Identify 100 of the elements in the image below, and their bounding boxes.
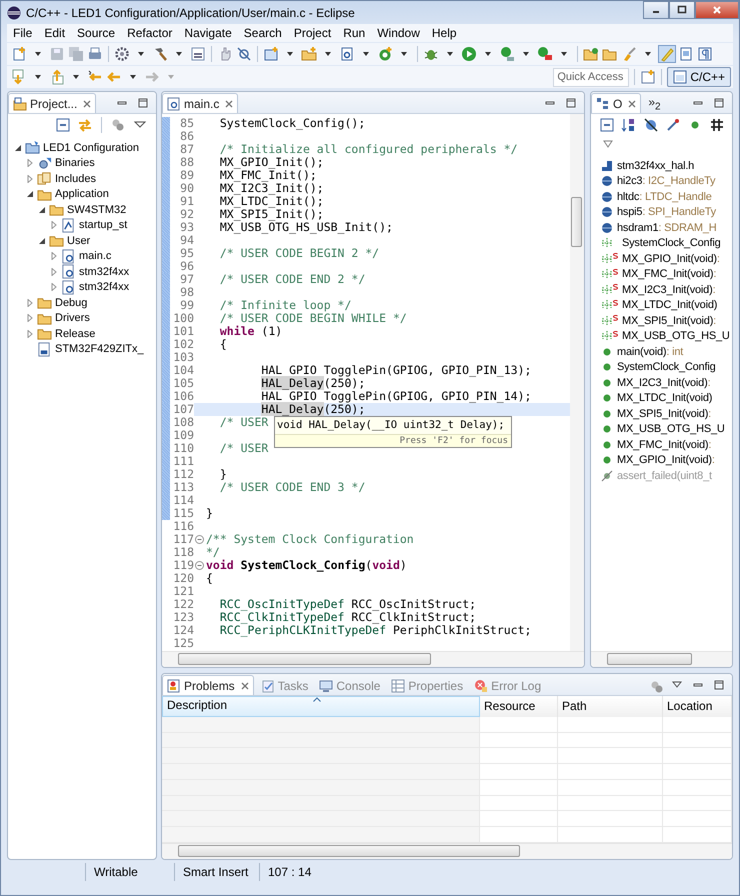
outline-item[interactable]: MX_USB_OTG_HS_U: [617, 423, 725, 436]
menu-item[interactable]: Window: [371, 26, 426, 40]
tree-item[interactable]: Includes: [55, 172, 96, 185]
tree-item[interactable]: stm32f4xx: [79, 266, 130, 278]
view-tab[interactable]: Problems: [162, 675, 254, 695]
close-icon[interactable]: [83, 100, 92, 108]
expand-arrow-icon[interactable]: [38, 236, 46, 245]
outline-item[interactable]: hltdc: LTDC_Handle: [617, 190, 712, 203]
whitespace-icon[interactable]: [697, 46, 713, 62]
editor-tab[interactable]: main.c: [162, 93, 238, 113]
collapse-all-icon[interactable]: [55, 117, 71, 133]
horizontal-scrollbar[interactable]: [591, 651, 732, 667]
vertical-scrollbar[interactable]: [570, 114, 584, 651]
tree-item[interactable]: Binaries: [55, 157, 95, 170]
menu-item[interactable]: Help: [426, 26, 463, 40]
external-tool-icon[interactable]: [537, 46, 553, 62]
perspective-button[interactable]: C/C++: [667, 67, 731, 87]
menu-item[interactable]: Edit: [38, 26, 72, 40]
outline-item[interactable]: MX_I2C3_Init(void):: [617, 376, 710, 389]
outline-item[interactable]: MX_USB_OTG_HS_U: [622, 330, 730, 342]
close-icon[interactable]: [225, 100, 234, 108]
menu-item[interactable]: File: [7, 26, 38, 40]
minimize-button[interactable]: [643, 1, 669, 19]
sort-icon[interactable]: [621, 117, 637, 133]
tree-item[interactable]: startup_st: [79, 219, 128, 232]
outline-item[interactable]: MX_FMC_Init(void):: [617, 438, 712, 451]
maximize-icon[interactable]: [713, 97, 725, 109]
menu-item[interactable]: Navigate: [178, 26, 238, 40]
menu-item[interactable]: Source: [71, 26, 122, 40]
close-icon[interactable]: [240, 682, 249, 690]
tree-item[interactable]: SW4STM32: [67, 204, 126, 216]
outline-item[interactable]: MX_I2C3_Init(void):: [622, 284, 716, 296]
outline-item[interactable]: SystemClock_Config: [622, 237, 720, 250]
filter-icon[interactable]: [110, 117, 126, 133]
tree-item[interactable]: Drivers: [55, 312, 90, 324]
outline-item[interactable]: hsdram1: SDRAM_H: [617, 222, 717, 234]
column-header[interactable]: Resource: [480, 696, 558, 717]
maximize-button[interactable]: [669, 1, 695, 19]
maximize-icon[interactable]: [565, 97, 577, 109]
new-project-icon[interactable]: [263, 46, 279, 62]
printer-icon[interactable]: [87, 46, 103, 62]
expand-arrow-icon[interactable]: [38, 206, 46, 214]
outline-item[interactable]: hspi5: SPI_HandleTy: [617, 206, 716, 218]
filter-icon[interactable]: [649, 679, 665, 695]
column-header[interactable]: Description: [162, 696, 480, 717]
tree-item[interactable]: User: [67, 234, 90, 247]
horizontal-scrollbar[interactable]: [162, 843, 732, 859]
collapse-arrow-icon[interactable]: [603, 140, 613, 148]
crossed-link-icon[interactable]: [236, 46, 252, 62]
collapse-all-icon[interactable]: [599, 117, 615, 133]
view-tab[interactable]: »$_{2}$: [644, 94, 665, 113]
view-tab[interactable]: Project...: [8, 93, 96, 113]
perspective-icon: [673, 70, 688, 84]
hide-static-icon[interactable]: [665, 117, 681, 133]
maximize-icon[interactable]: [137, 97, 149, 109]
outline-item[interactable]: MX_FMC_Init(void):: [622, 268, 716, 280]
binary-file-icon[interactable]: [190, 46, 206, 62]
quick-access-field[interactable]: Quick Access: [553, 68, 630, 86]
new-file-icon[interactable]: [11, 46, 27, 62]
hide-fields-icon[interactable]: [643, 117, 659, 133]
column-header[interactable]: Location: [663, 696, 732, 717]
outline-item[interactable]: MX_LTDC_Init(void): [622, 299, 718, 312]
tree-item[interactable]: stm32f4xx: [79, 281, 130, 294]
fold-icon[interactable]: [194, 535, 204, 544]
menu-item[interactable]: Project: [288, 26, 338, 40]
code-line: MX_SPI5_Init();: [218, 208, 324, 221]
view-tab[interactable]: O: [591, 93, 642, 113]
open-perspective-icon[interactable]: [640, 69, 656, 85]
menu-item[interactable]: Run: [337, 26, 372, 40]
outline-item[interactable]: MX_GPIO_Init(void):: [617, 454, 715, 466]
outline-icon: [596, 96, 610, 110]
outline-item[interactable]: MX_SPI5_Init(void):: [622, 314, 716, 327]
tree-item[interactable]: LED1 Configuration: [43, 142, 140, 154]
block-selection-icon[interactable]: [678, 46, 694, 62]
outline-item[interactable]: stm32f4xx_hal.h: [617, 160, 694, 172]
open-folder-icon[interactable]: [583, 46, 599, 62]
column-header[interactable]: Path: [558, 696, 663, 717]
close-icon[interactable]: [628, 100, 636, 108]
horizontal-scrollbar[interactable]: [162, 651, 584, 667]
tree-item[interactable]: Debug: [55, 296, 88, 309]
menu-item[interactable]: Refactor: [121, 26, 178, 40]
outline-item[interactable]: MX_GPIO_Init(void):: [622, 252, 720, 265]
outline-item[interactable]: main(void): int: [617, 346, 684, 358]
outline-item[interactable]: hi2c3: I2C_HandleTy: [617, 175, 716, 188]
outline-item[interactable]: SystemClock_Config: [617, 361, 716, 374]
gear-icon[interactable]: [114, 46, 130, 62]
tree-item[interactable]: Application: [55, 188, 109, 200]
close-button[interactable]: [695, 1, 739, 19]
menu-item[interactable]: Search: [238, 26, 288, 40]
fold-icon[interactable]: [194, 561, 204, 570]
tree-item[interactable]: main.c: [79, 250, 112, 262]
hash-icon[interactable]: [709, 117, 725, 133]
outline-item[interactable]: MX_SPI5_Init(void):: [617, 408, 712, 420]
maximize-icon[interactable]: [713, 679, 725, 691]
tree-item[interactable]: STM32F429ZITx_: [55, 343, 144, 356]
expand-arrow-icon[interactable]: [26, 190, 34, 198]
new-source-file-icon[interactable]: [339, 46, 355, 62]
outline-item[interactable]: MX_LTDC_Init(void): [617, 392, 712, 404]
tree-item[interactable]: Release: [55, 328, 96, 340]
expand-arrow-icon[interactable]: [14, 144, 22, 152]
